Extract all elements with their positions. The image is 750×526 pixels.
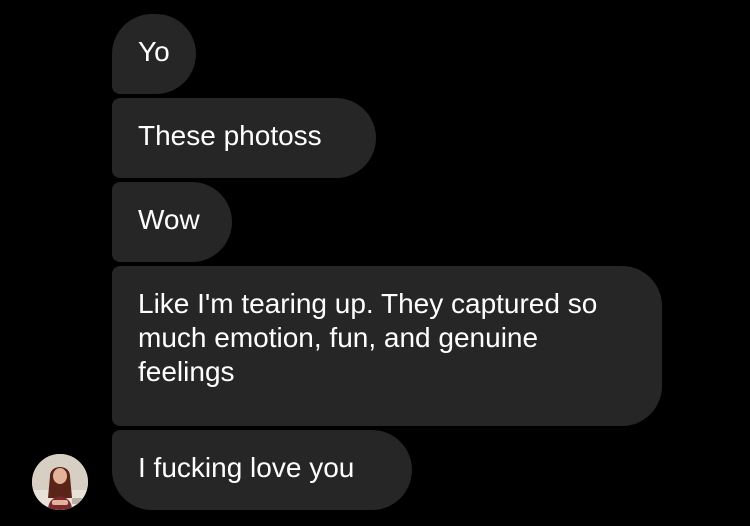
avatar-photo-icon — [32, 454, 88, 510]
message-text: These photoss — [138, 120, 322, 151]
message-text: I fucking love you — [138, 452, 355, 483]
message-bubble[interactable]: Yo — [112, 14, 196, 94]
message-bubble[interactable]: These photoss — [112, 98, 376, 178]
message-text: Wow — [138, 204, 200, 235]
message-bubble[interactable]: Like I'm tearing up. They captured so mu… — [112, 266, 662, 426]
message-bubble[interactable]: Wow — [112, 182, 232, 262]
message-thread: Yo These photoss Wow Like I'm tearing up… — [0, 0, 750, 526]
message-bubble[interactable]: I fucking love you — [112, 430, 412, 510]
sender-avatar-icon[interactable] — [32, 454, 88, 510]
message-text: Like I'm tearing up. They captured so mu… — [138, 288, 598, 387]
message-text: Yo — [138, 36, 170, 67]
